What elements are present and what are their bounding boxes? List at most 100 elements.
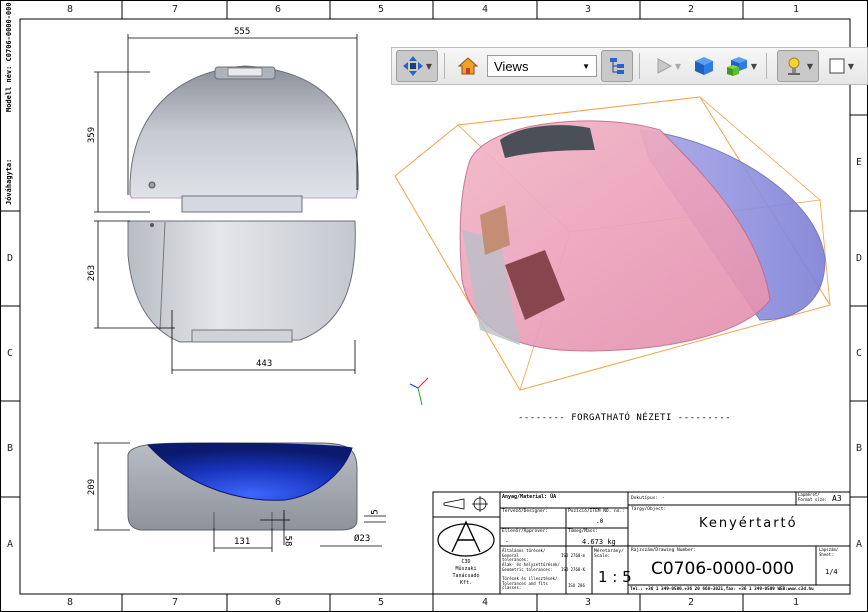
model-tree-button[interactable] (601, 50, 633, 82)
views-dropdown[interactable]: Views ▼ (487, 55, 597, 77)
dim-side-c: 5 (370, 509, 381, 515)
format-label: Lapméret/ Format size: (798, 492, 827, 502)
checked-label: Ellenőr/Approver: (502, 529, 549, 534)
parts-visibility-button[interactable]: ▼ (722, 51, 760, 81)
play-animation-button[interactable]: ▼ (650, 51, 686, 81)
zone-top-5: 5 (377, 4, 385, 15)
general-tolerance-label: Általános tűrések/ General tolerances: (502, 548, 546, 562)
contact-line: Tel.: +36 1 349-0500,+36 20 668-3021,fax… (630, 587, 814, 592)
zone-right-c: C (855, 348, 863, 359)
chevron-down-icon: ▼ (425, 61, 433, 71)
zone-top-8: 8 (66, 4, 74, 15)
checked-value: - (505, 538, 509, 545)
home-icon (458, 57, 478, 75)
axis-triad (409, 377, 429, 406)
position-value: .0 (596, 518, 604, 525)
sheet-value: 1/4 (825, 568, 838, 576)
object-label: Tárgy/Object: (631, 507, 667, 512)
lighting-button[interactable]: ▼ (777, 50, 819, 82)
dim-top-height: 359 (87, 126, 98, 144)
mass-label: Tömeg/Mass: (568, 529, 598, 534)
geometric-tolerance-label: Alak- és helyzettűrések/ Geometric toler… (502, 562, 560, 572)
object-value: Kenyértartó (699, 516, 798, 531)
lamp-icon (787, 57, 800, 75)
zone-bottom-7: 7 (171, 597, 179, 608)
zone-bottom-6: 6 (274, 597, 282, 608)
home-view-button[interactable] (455, 51, 481, 81)
company-name-1: C3D (461, 559, 471, 565)
zone-right-b: B (855, 443, 863, 454)
company-name-4: Kft. (459, 580, 473, 586)
zone-left-d: D (6, 253, 14, 264)
toolbar-separator (639, 53, 640, 79)
company-logo (437, 496, 495, 557)
zone-top-7: 7 (171, 4, 179, 15)
dim-bottom-height: 263 (87, 264, 98, 282)
scale-label: Méretarány/ Scale: (594, 549, 624, 559)
chevron-down-icon: ▼ (847, 61, 855, 71)
zone-right-e: E (855, 157, 863, 168)
viewer-toolbar: ▼ Views ▼ ▼ ▼ ▼ ▼ (391, 47, 868, 85)
zone-top-6: 6 (274, 4, 282, 15)
zone-top-3: 3 (584, 4, 592, 15)
cube-icon (695, 57, 713, 75)
views-dropdown-label: Views (494, 58, 529, 74)
chevron-down-icon: ▼ (582, 61, 590, 71)
background-button[interactable]: ▼ (823, 51, 859, 81)
zone-right-a: A (855, 539, 863, 550)
zone-top-1: 1 (792, 4, 800, 15)
zone-top-4: 4 (481, 4, 489, 15)
designer-label: Tervező/Designer: (502, 509, 549, 514)
dim-side-b: 58 (282, 535, 293, 547)
dim-top-width: 555 (234, 27, 251, 37)
zone-top-2: 2 (687, 4, 695, 15)
mass-value: 4.673 kg (582, 538, 616, 546)
drawing-number-value: C0706-0000-000 (651, 559, 795, 579)
zone-left-c: C (6, 348, 14, 359)
zone-left-a: A (6, 539, 14, 550)
dim-side-diameter: Ø23 (354, 534, 371, 544)
zone-bottom-2: 2 (687, 597, 695, 608)
company-name-3: Tanácsadó (452, 573, 480, 579)
rotatable-view-caption: -------- FORGATHATÓ NÉZETI --------- (518, 413, 732, 423)
fits-label: Tűrések és illesztések/ Tolerances and f… (502, 576, 558, 590)
doc-type-value: - (662, 496, 665, 501)
zone-bottom-3: 3 (584, 597, 592, 608)
cubes-icon (726, 57, 747, 76)
doc-type-label: Dokutípus: (631, 496, 659, 501)
render-mode-button[interactable] (690, 51, 718, 81)
base-view (127, 220, 356, 343)
position-label: Pozíció/ITEM NO. no.: (568, 509, 625, 514)
toolbar-separator (766, 53, 767, 79)
dim-side-a: 131 (234, 537, 251, 547)
dim-bottom-width: 443 (256, 359, 273, 369)
geometric-tolerance-value: ISO 2768-K (561, 567, 586, 572)
zone-bottom-8: 8 (66, 597, 74, 608)
format-value: A3 (832, 494, 842, 503)
zone-bottom-5: 5 (377, 597, 385, 608)
chevron-down-icon: ▼ (674, 61, 682, 71)
side-model-label: Modell név: C0706-0000-000 (5, 2, 13, 112)
scale-value: 1 : 5 (598, 568, 632, 586)
move-arrows-icon (402, 56, 423, 76)
dim-side-height: 209 (87, 478, 98, 496)
drawing-number-label: Rajzszám/Drawing Number: (631, 548, 697, 553)
play-icon (657, 58, 672, 74)
toolbar-separator (444, 53, 445, 79)
zone-right-d: D (855, 253, 863, 264)
side-approved-label: Jóváhagyta: (5, 158, 13, 205)
navigate-tool-button[interactable]: ▼ (396, 50, 438, 82)
chevron-down-icon: ▼ (806, 61, 814, 71)
tree-icon (610, 58, 624, 74)
zone-left-b: B (6, 443, 14, 454)
zone-bottom-4: 4 (481, 597, 489, 608)
company-name-2: Műszaki (455, 566, 477, 572)
iso-3d-view (394, 96, 831, 391)
general-tolerance-value: ISO 2768-m (561, 553, 586, 558)
top-view (129, 65, 359, 213)
zone-bottom-1: 1 (792, 597, 800, 608)
side-view (127, 442, 358, 531)
chevron-down-icon: ▼ (750, 61, 758, 71)
material-label: Anyag/Material: ÜA (502, 494, 557, 500)
sheet-label: Lapszám/ Sheet: (819, 547, 839, 557)
